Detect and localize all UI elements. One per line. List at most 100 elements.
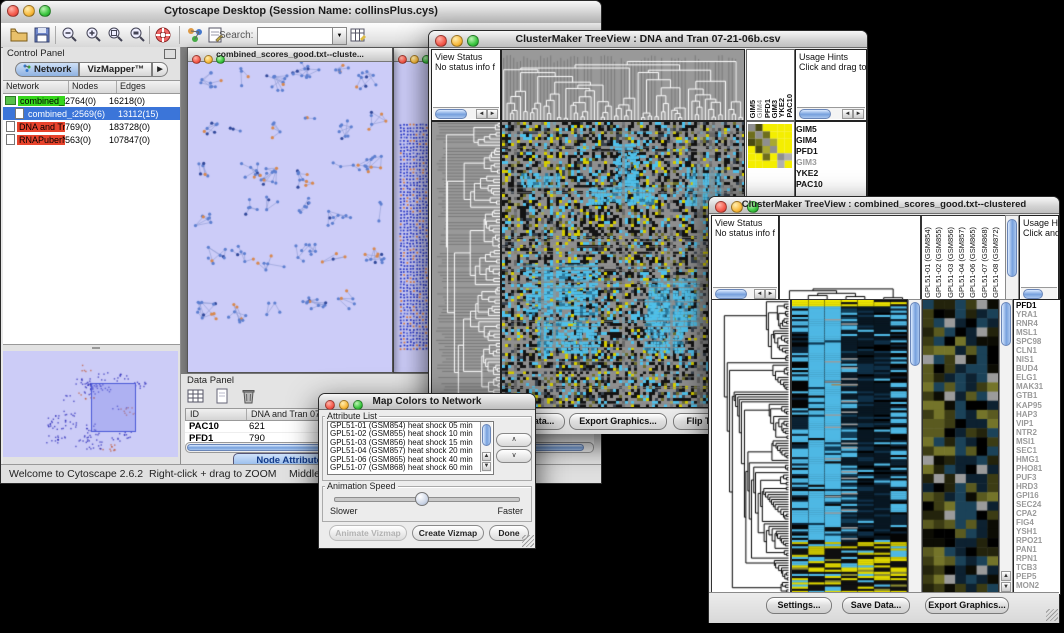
tv1-zoom-heatmap[interactable] bbox=[748, 124, 792, 168]
scroll-thumb[interactable] bbox=[715, 289, 747, 299]
tv2-column-dendrogram[interactable] bbox=[779, 215, 921, 301]
scroll-down-icon[interactable]: ▼ bbox=[1001, 582, 1011, 592]
tv1-hints-hscrollbar[interactable]: ◄► bbox=[797, 107, 865, 119]
search-dropdown-icon[interactable]: ▼ bbox=[332, 27, 347, 45]
attribute-list[interactable]: GPL51-01 (GSM854) heat shock 05 minGPL51… bbox=[327, 421, 494, 475]
toolbar-separator bbox=[55, 26, 56, 44]
zoom-in-icon[interactable] bbox=[85, 26, 103, 44]
scroll-right-icon[interactable]: ► bbox=[853, 109, 864, 119]
tv2-row-dendrogram[interactable] bbox=[711, 299, 791, 594]
gene-label: PEP5 bbox=[1016, 572, 1060, 581]
settings-button[interactable]: Settings... bbox=[766, 597, 832, 614]
tv2-heatmap-vscrollbar[interactable] bbox=[908, 299, 922, 594]
attribute-list-vscrollbar[interactable]: ▲▼ bbox=[480, 422, 492, 472]
export-graphics-button[interactable]: Export Graphics... bbox=[569, 413, 667, 430]
scroll-thumb[interactable] bbox=[1007, 219, 1017, 277]
resize-grip[interactable] bbox=[522, 535, 534, 547]
close-icon[interactable] bbox=[398, 55, 407, 64]
network-row[interactable]: RNAPuberNov2+563(0)107847(0) bbox=[3, 133, 180, 146]
network-nodes: 563(0) bbox=[65, 135, 109, 145]
resize-grip[interactable] bbox=[1046, 609, 1058, 621]
tv2-hints-hscrollbar[interactable] bbox=[1021, 287, 1057, 299]
gene-label: MAK31 bbox=[1016, 382, 1060, 391]
tv1-column-labels[interactable]: GIM5GIM4PFD1GIM3YKE2PAC10 bbox=[746, 49, 795, 121]
scroll-up-icon[interactable]: ▲ bbox=[482, 452, 491, 461]
panel-splitter[interactable] bbox=[3, 345, 180, 351]
tv1-status-hscrollbar[interactable]: ◄► bbox=[433, 107, 499, 119]
scroll-thumb[interactable] bbox=[910, 302, 920, 366]
new-attribute-icon[interactable] bbox=[215, 388, 229, 404]
export-graphics-button[interactable]: Export Graphics... bbox=[925, 597, 1009, 614]
minimize-icon[interactable] bbox=[410, 55, 419, 64]
gene-label: NIS1 bbox=[1016, 355, 1060, 364]
scroll-thumb[interactable] bbox=[482, 424, 491, 446]
scroll-left-icon[interactable]: ◄ bbox=[842, 109, 853, 119]
tv2-heatmap[interactable] bbox=[791, 299, 908, 594]
tv1-row-dendrogram[interactable] bbox=[431, 121, 501, 408]
zoom-fit-icon[interactable] bbox=[129, 26, 147, 44]
speed-slider-thumb[interactable] bbox=[415, 492, 429, 506]
tv2-labels-vscrollbar[interactable] bbox=[1005, 215, 1019, 301]
zoom-out-icon[interactable] bbox=[61, 26, 79, 44]
create-vizmap-button[interactable]: Create Vizmap bbox=[412, 525, 484, 541]
tab-more-icon[interactable]: ▶ bbox=[152, 62, 167, 77]
float-panel-icon[interactable] bbox=[164, 49, 176, 59]
save-icon[interactable] bbox=[33, 26, 51, 44]
network-row[interactable]: combined_scores_2764(0)16218(0) bbox=[3, 94, 180, 107]
scroll-right-icon[interactable]: ► bbox=[487, 109, 498, 119]
attribute-item[interactable]: GPL51-07 (GSM868) heat shock 60 min bbox=[328, 464, 493, 472]
gene-label: TCB3 bbox=[1016, 563, 1060, 572]
network-row[interactable]: combined_sco2569(6)13112(15) bbox=[3, 107, 180, 120]
search-input[interactable] bbox=[257, 27, 337, 45]
tv2-zoom-heatmap[interactable] bbox=[922, 299, 999, 594]
save-data-button[interactable]: Save Data... bbox=[842, 597, 910, 614]
help-icon[interactable] bbox=[154, 26, 172, 44]
scroll-thumb[interactable] bbox=[435, 109, 467, 119]
row-value: 621 bbox=[245, 421, 265, 432]
scroll-up-icon[interactable]: ▲ bbox=[1001, 571, 1011, 581]
tv1-titlebar[interactable]: ClusterMaker TreeView : DNA and Tran 07-… bbox=[429, 31, 867, 48]
tv2-gene-list[interactable]: PFD1YRA1RNR4MSL1SPC98CLN1NIS1BUD4ELG1MAK… bbox=[1013, 299, 1061, 595]
status-hint-zoom: Right-click + drag to ZOOM bbox=[149, 468, 277, 480]
scroll-thumb[interactable] bbox=[799, 109, 831, 119]
toolbar-separator bbox=[149, 26, 150, 44]
main-titlebar[interactable]: Cytoscape Desktop (Session Name: collins… bbox=[1, 1, 601, 24]
tv2-genes-vscrollbar[interactable]: ▲▼ bbox=[999, 299, 1013, 594]
tv2-status-hscrollbar[interactable]: ◄► bbox=[713, 287, 777, 299]
attribute-table-icon[interactable] bbox=[187, 388, 204, 404]
gene-label: GTB1 bbox=[1016, 391, 1060, 400]
scroll-left-icon[interactable]: ◄ bbox=[754, 289, 765, 299]
move-up-button[interactable]: ∧ bbox=[496, 433, 532, 447]
network-row[interactable]: DNA and Tran 07769(0)183728(0) bbox=[3, 120, 180, 133]
scroll-thumb[interactable] bbox=[1023, 289, 1043, 299]
dialog-titlebar[interactable]: Map Colors to Network bbox=[319, 394, 535, 410]
move-down-button[interactable]: ∨ bbox=[496, 449, 532, 463]
zoom-selected-icon[interactable] bbox=[107, 26, 125, 44]
scroll-right-icon[interactable]: ► bbox=[765, 289, 776, 299]
scroll-left-icon[interactable]: ◄ bbox=[476, 109, 487, 119]
network-name: combined_sco bbox=[26, 109, 74, 119]
network-window-titlebar[interactable]: combined_scores_good.txt--cluste... bbox=[188, 48, 392, 62]
scroll-thumb[interactable] bbox=[1001, 302, 1011, 346]
network-name: DNA and Tran 07 bbox=[17, 122, 65, 132]
tv2-titlebar[interactable]: ClusterMaker TreeView : combined_scores_… bbox=[709, 197, 1059, 214]
network-nodes: 2569(6) bbox=[74, 109, 118, 119]
treeview-window-2: ClusterMaker TreeView : combined_scores_… bbox=[708, 196, 1060, 623]
network-list-empty-area[interactable] bbox=[3, 146, 180, 345]
delete-attribute-icon[interactable] bbox=[241, 388, 256, 404]
gene-label: NTR2 bbox=[1016, 428, 1060, 437]
tv2-column-labels[interactable]: GPL51-01 (GSM854)GPL51-02 (GSM855)GPL51-… bbox=[921, 215, 1006, 301]
table-edit-icon[interactable] bbox=[349, 26, 367, 44]
network-view-canvas[interactable] bbox=[188, 62, 390, 371]
vizmapper-icon[interactable] bbox=[186, 26, 204, 44]
tab-network[interactable]: Network bbox=[15, 62, 79, 77]
column-label: GPL51-03 (GSM856) bbox=[946, 227, 955, 298]
gene-label: SEC24 bbox=[1016, 500, 1060, 509]
network-overview-canvas[interactable] bbox=[3, 351, 178, 457]
tab-vizmapper[interactable]: VizMapper™ bbox=[79, 62, 152, 77]
open-file-icon[interactable] bbox=[10, 26, 28, 44]
animate-vizmap-button[interactable]: Animate Vizmap bbox=[329, 525, 407, 541]
tv1-column-dendrogram[interactable] bbox=[501, 49, 745, 121]
scroll-down-icon[interactable]: ▼ bbox=[482, 462, 491, 471]
gene-label: YRA1 bbox=[1016, 310, 1060, 319]
